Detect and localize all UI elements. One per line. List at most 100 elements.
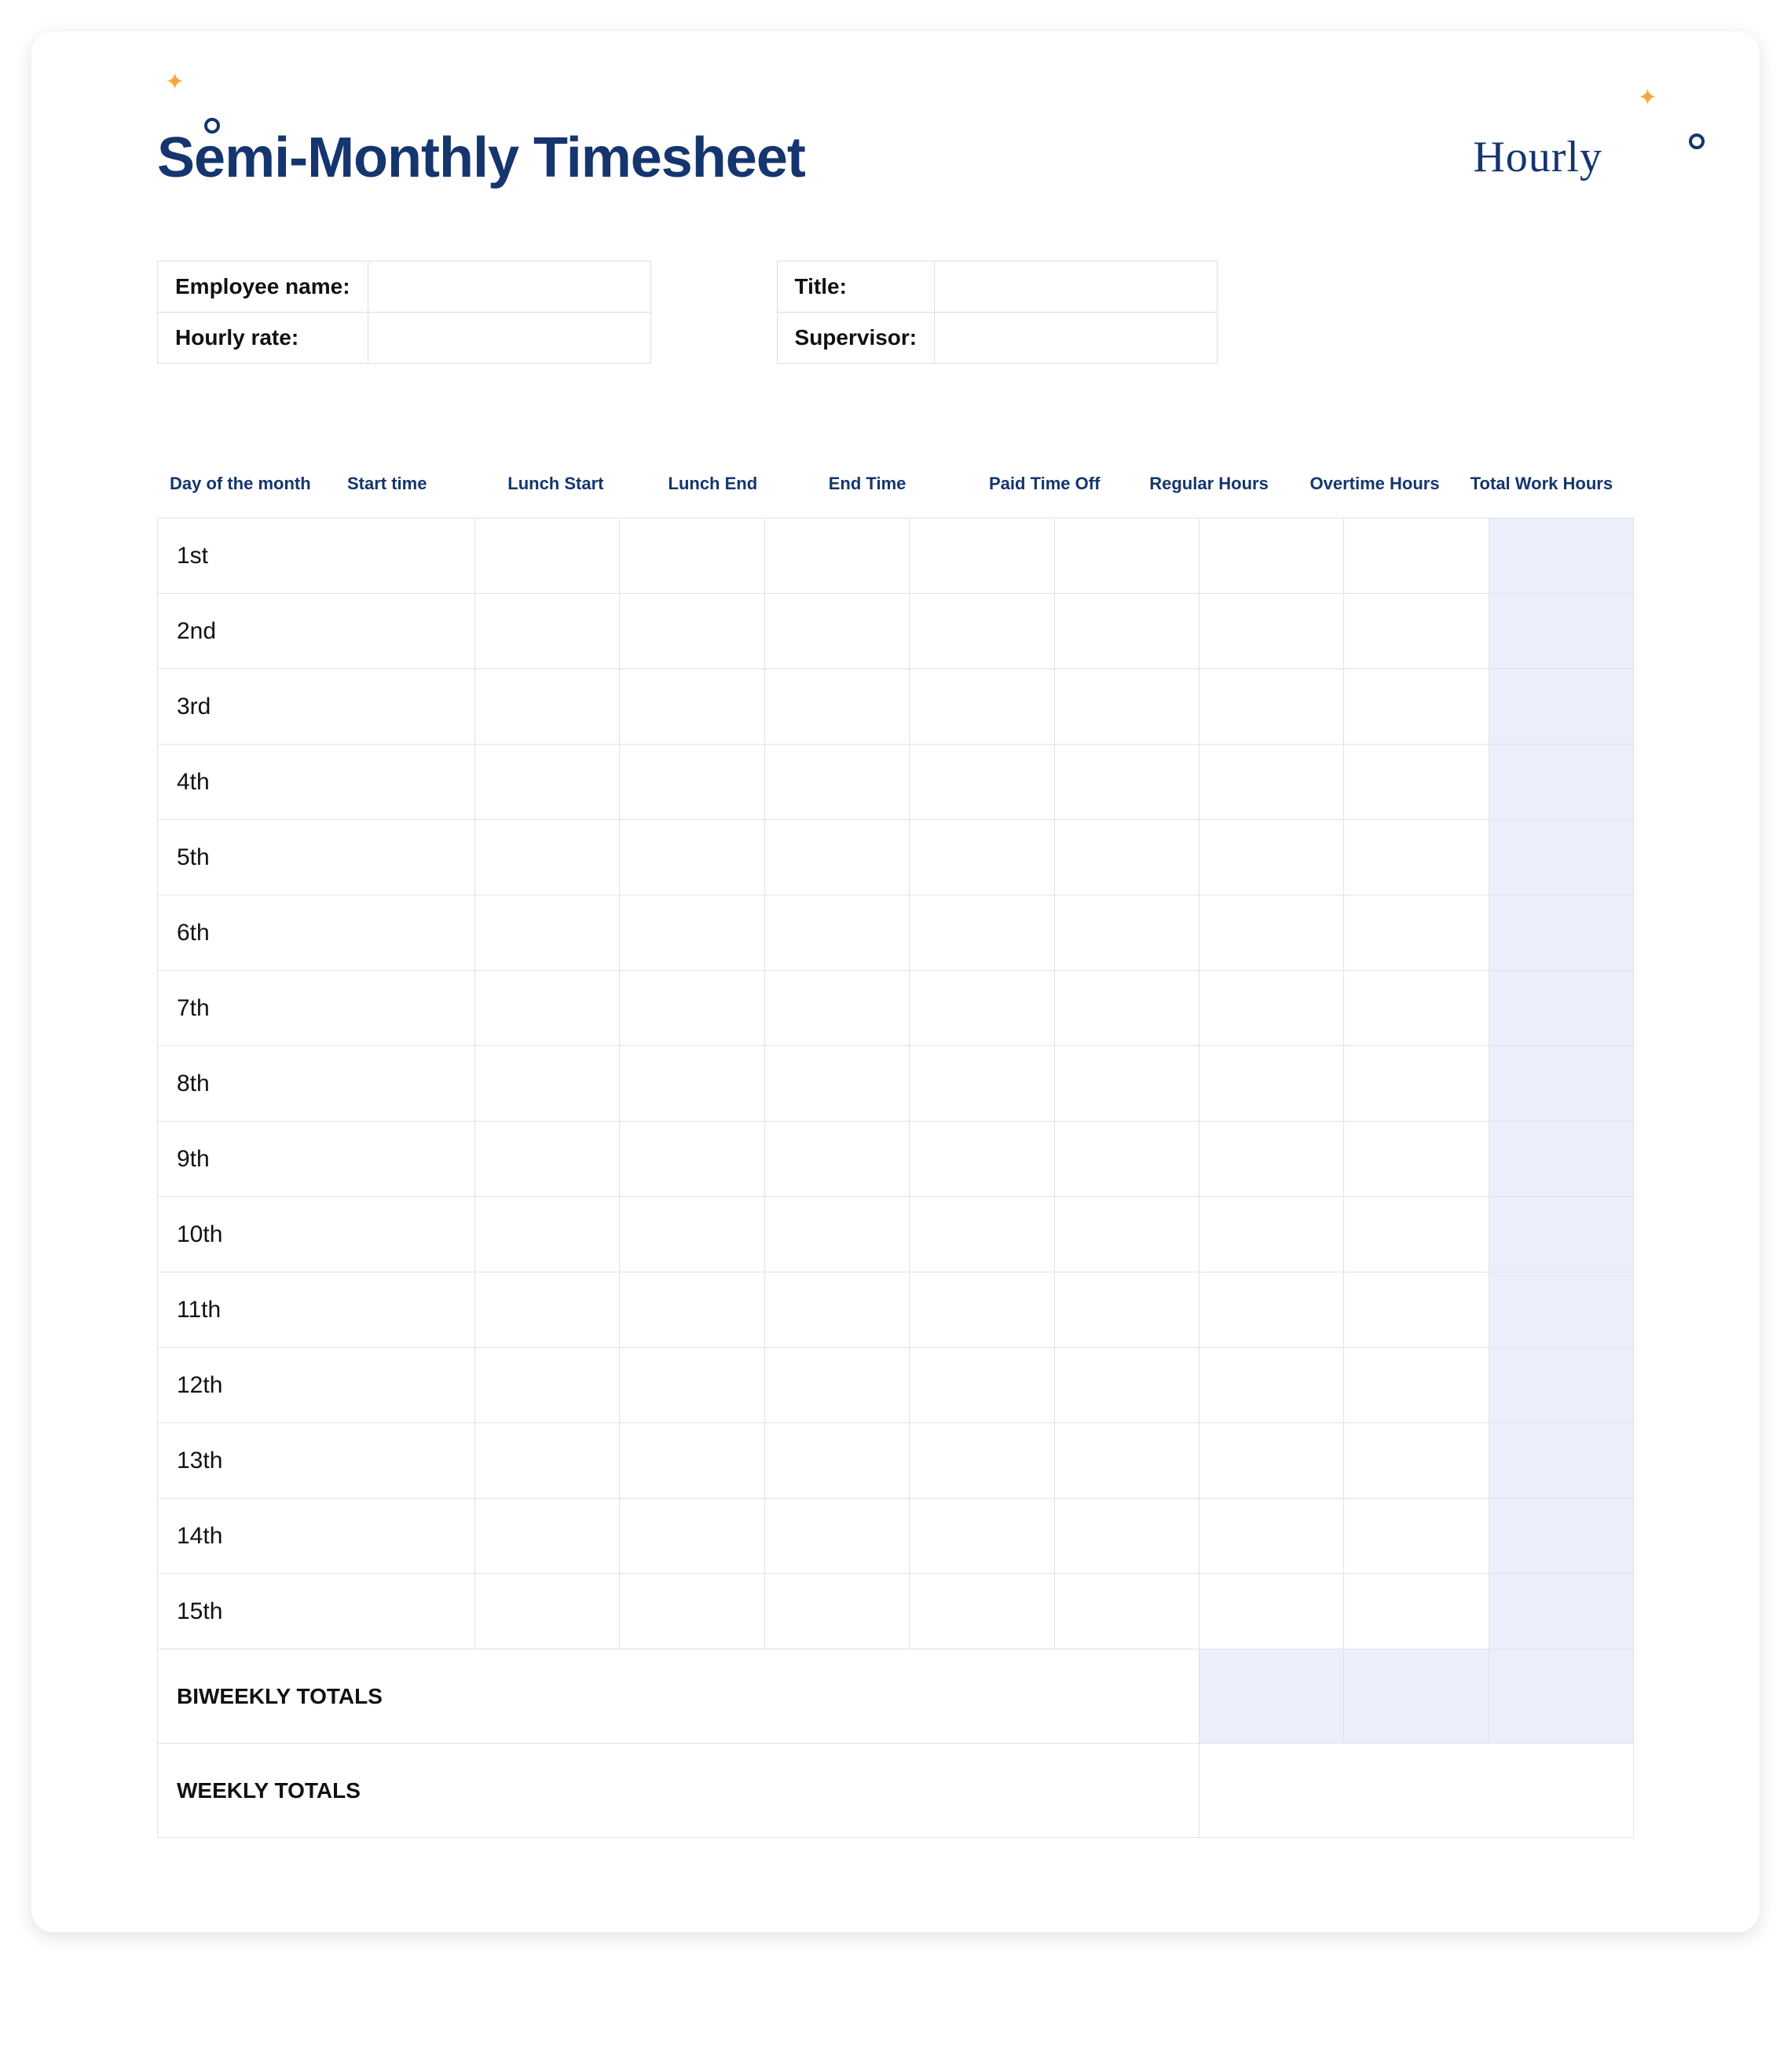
pto-cell[interactable] [1054, 518, 1199, 594]
end-time-cell[interactable] [910, 1348, 1054, 1423]
total-hours-cell[interactable] [1489, 1272, 1633, 1348]
end-time-cell[interactable] [910, 1499, 1054, 1574]
end-time-cell[interactable] [910, 1122, 1054, 1197]
end-time-cell[interactable] [910, 669, 1054, 745]
regular-hours-cell[interactable] [1199, 669, 1343, 745]
lunch-end-cell[interactable] [764, 895, 909, 971]
lunch-start-cell[interactable] [620, 518, 764, 594]
overtime-hours-cell[interactable] [1344, 1574, 1489, 1649]
regular-hours-cell[interactable] [1199, 518, 1343, 594]
lunch-end-cell[interactable] [764, 1197, 909, 1272]
lunch-end-cell[interactable] [764, 1122, 909, 1197]
pto-cell[interactable] [1054, 1499, 1199, 1574]
biweekly-regular-total[interactable] [1199, 1649, 1343, 1744]
end-time-cell[interactable] [910, 820, 1054, 895]
total-hours-cell[interactable] [1489, 1046, 1633, 1122]
overtime-hours-cell[interactable] [1344, 971, 1489, 1046]
overtime-hours-cell[interactable] [1344, 669, 1489, 745]
lunch-start-cell[interactable] [620, 1197, 764, 1272]
lunch-start-cell[interactable] [620, 1348, 764, 1423]
overtime-hours-cell[interactable] [1344, 820, 1489, 895]
end-time-cell[interactable] [910, 518, 1054, 594]
supervisor-field[interactable] [935, 313, 1218, 364]
overtime-hours-cell[interactable] [1344, 518, 1489, 594]
lunch-start-cell[interactable] [620, 1122, 764, 1197]
pto-cell[interactable] [1054, 594, 1199, 669]
overtime-hours-cell[interactable] [1344, 895, 1489, 971]
lunch-start-cell[interactable] [620, 594, 764, 669]
start-time-cell[interactable] [475, 669, 620, 745]
total-hours-cell[interactable] [1489, 594, 1633, 669]
start-time-cell[interactable] [475, 594, 620, 669]
start-time-cell[interactable] [475, 1122, 620, 1197]
lunch-start-cell[interactable] [620, 745, 764, 820]
pto-cell[interactable] [1054, 971, 1199, 1046]
lunch-end-cell[interactable] [764, 820, 909, 895]
overtime-hours-cell[interactable] [1344, 594, 1489, 669]
pto-cell[interactable] [1054, 1197, 1199, 1272]
total-hours-cell[interactable] [1489, 1499, 1633, 1574]
end-time-cell[interactable] [910, 1046, 1054, 1122]
regular-hours-cell[interactable] [1199, 1272, 1343, 1348]
lunch-end-cell[interactable] [764, 745, 909, 820]
pto-cell[interactable] [1054, 1574, 1199, 1649]
overtime-hours-cell[interactable] [1344, 1197, 1489, 1272]
regular-hours-cell[interactable] [1199, 1499, 1343, 1574]
total-hours-cell[interactable] [1489, 1423, 1633, 1499]
overtime-hours-cell[interactable] [1344, 745, 1489, 820]
regular-hours-cell[interactable] [1199, 1423, 1343, 1499]
total-hours-cell[interactable] [1489, 895, 1633, 971]
lunch-start-cell[interactable] [620, 669, 764, 745]
regular-hours-cell[interactable] [1199, 745, 1343, 820]
lunch-end-cell[interactable] [764, 1423, 909, 1499]
pto-cell[interactable] [1054, 1046, 1199, 1122]
lunch-end-cell[interactable] [764, 1499, 909, 1574]
pto-cell[interactable] [1054, 1272, 1199, 1348]
regular-hours-cell[interactable] [1199, 820, 1343, 895]
lunch-start-cell[interactable] [620, 820, 764, 895]
overtime-hours-cell[interactable] [1344, 1046, 1489, 1122]
end-time-cell[interactable] [910, 1423, 1054, 1499]
start-time-cell[interactable] [475, 820, 620, 895]
regular-hours-cell[interactable] [1199, 1197, 1343, 1272]
pto-cell[interactable] [1054, 1122, 1199, 1197]
lunch-end-cell[interactable] [764, 1046, 909, 1122]
start-time-cell[interactable] [475, 518, 620, 594]
total-hours-cell[interactable] [1489, 971, 1633, 1046]
lunch-start-cell[interactable] [620, 971, 764, 1046]
end-time-cell[interactable] [910, 1574, 1054, 1649]
total-hours-cell[interactable] [1489, 820, 1633, 895]
total-hours-cell[interactable] [1489, 518, 1633, 594]
end-time-cell[interactable] [910, 745, 1054, 820]
overtime-hours-cell[interactable] [1344, 1348, 1489, 1423]
lunch-start-cell[interactable] [620, 895, 764, 971]
start-time-cell[interactable] [475, 1272, 620, 1348]
start-time-cell[interactable] [475, 1423, 620, 1499]
overtime-hours-cell[interactable] [1344, 1122, 1489, 1197]
lunch-end-cell[interactable] [764, 669, 909, 745]
pto-cell[interactable] [1054, 745, 1199, 820]
overtime-hours-cell[interactable] [1344, 1423, 1489, 1499]
start-time-cell[interactable] [475, 971, 620, 1046]
start-time-cell[interactable] [475, 745, 620, 820]
lunch-end-cell[interactable] [764, 594, 909, 669]
lunch-start-cell[interactable] [620, 1499, 764, 1574]
total-hours-cell[interactable] [1489, 1122, 1633, 1197]
overtime-hours-cell[interactable] [1344, 1499, 1489, 1574]
lunch-end-cell[interactable] [764, 518, 909, 594]
lunch-end-cell[interactable] [764, 1348, 909, 1423]
lunch-start-cell[interactable] [620, 1272, 764, 1348]
start-time-cell[interactable] [475, 1046, 620, 1122]
start-time-cell[interactable] [475, 1197, 620, 1272]
total-hours-cell[interactable] [1489, 745, 1633, 820]
regular-hours-cell[interactable] [1199, 971, 1343, 1046]
pto-cell[interactable] [1054, 1423, 1199, 1499]
regular-hours-cell[interactable] [1199, 895, 1343, 971]
employee-name-field[interactable] [368, 262, 650, 313]
total-hours-cell[interactable] [1489, 669, 1633, 745]
end-time-cell[interactable] [910, 594, 1054, 669]
biweekly-total-hours[interactable] [1489, 1649, 1633, 1744]
regular-hours-cell[interactable] [1199, 594, 1343, 669]
end-time-cell[interactable] [910, 895, 1054, 971]
pto-cell[interactable] [1054, 820, 1199, 895]
